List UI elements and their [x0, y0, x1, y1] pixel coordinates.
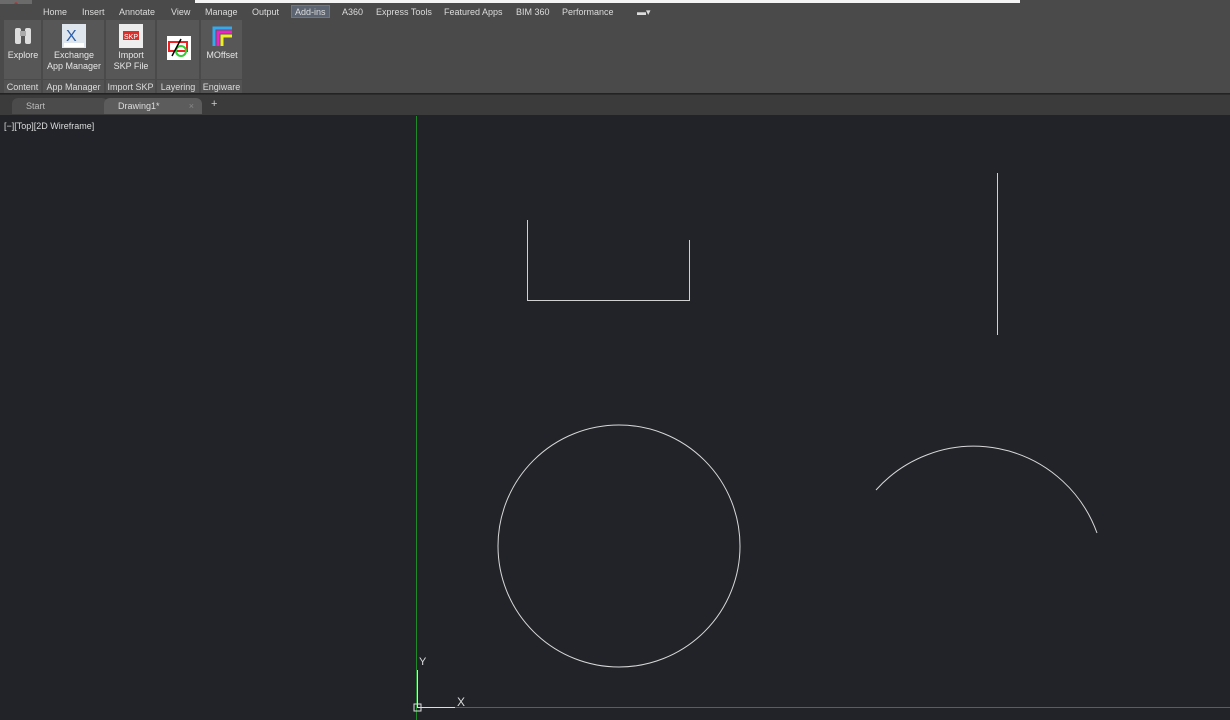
tab-a360[interactable]: A360 [342, 6, 363, 19]
panel-label: Engiware [201, 79, 242, 93]
tab-bim-360[interactable]: BIM 360 [516, 6, 550, 19]
ucs-y-label: Y [419, 656, 427, 668]
ucs-x-label: X [457, 695, 466, 709]
button-label: Exchange [53, 50, 95, 60]
ribbon: Explore Content X Exchange App Manager A… [0, 20, 1230, 93]
panel-label: App Manager [43, 79, 104, 93]
moffset-button[interactable]: MOffset [201, 22, 243, 61]
file-tabs: Start Drawing1* × + [0, 94, 1230, 115]
panel-engiware: MOffset Engiware [201, 20, 243, 93]
exchange-app-manager-button[interactable]: X Exchange App Manager [43, 22, 105, 72]
svg-text:X: X [66, 28, 77, 45]
button-label: Explore [7, 50, 39, 60]
panel-import-skp: SKP Import SKP File Import SKP [106, 20, 156, 93]
tab-insert[interactable]: Insert [82, 6, 105, 19]
close-icon[interactable]: × [189, 98, 194, 114]
arc-shape [875, 445, 1098, 534]
circle-shape [497, 424, 741, 668]
explore-button[interactable]: Explore [4, 22, 42, 61]
tab-view[interactable]: View [171, 6, 190, 19]
tab-annotate[interactable]: Annotate [119, 6, 155, 19]
panel-app-manager: X Exchange App Manager App Manager [43, 20, 105, 93]
ucs-icon [413, 670, 455, 712]
import-skp-button[interactable]: SKP Import SKP File [106, 22, 156, 72]
tab-label: Start [26, 101, 46, 111]
panel-label: Content [4, 79, 41, 93]
ribbon-tabs: Home Insert Annotate View Manage Output … [0, 4, 1230, 20]
file-tab-drawing1[interactable]: Drawing1* × [104, 98, 202, 114]
button-label: MOffset [206, 50, 238, 60]
viewport-controls[interactable]: [−][Top][2D Wireframe] [4, 121, 94, 131]
button-label: Import [118, 50, 144, 60]
moffset-icon [210, 24, 234, 48]
panel-label: Layering [157, 79, 199, 93]
svg-text:SKP: SKP [124, 34, 138, 41]
tab-manage[interactable]: Manage [205, 6, 238, 19]
polyline-shape [527, 220, 690, 301]
tab-home[interactable]: Home [43, 6, 67, 19]
exchange-icon: X [62, 24, 86, 48]
panel-content: Explore Content [4, 20, 42, 93]
tab-performance[interactable]: Performance [562, 6, 614, 19]
tab-output[interactable]: Output [252, 6, 279, 19]
layering-button[interactable] [157, 34, 200, 62]
title-field [195, 0, 1020, 3]
layering-icon [166, 36, 191, 60]
camera-dropdown-icon[interactable]: ▬▾ [637, 6, 651, 19]
binoculars-icon [11, 24, 35, 48]
button-label: App Manager [46, 61, 102, 71]
panel-layering: Layering [157, 20, 200, 93]
tab-express-tools[interactable]: Express Tools [376, 6, 432, 19]
file-tab-start[interactable]: Start [12, 98, 108, 114]
button-label: SKP File [113, 61, 149, 71]
skp-import-icon: SKP [119, 24, 143, 48]
tab-add-ins[interactable]: Add-ins [291, 5, 330, 18]
new-tab-button[interactable]: + [211, 98, 217, 110]
tab-featured-apps[interactable]: Featured Apps [444, 6, 503, 19]
panel-label: Import SKP [106, 79, 155, 93]
tab-label: Drawing1* [118, 101, 160, 111]
